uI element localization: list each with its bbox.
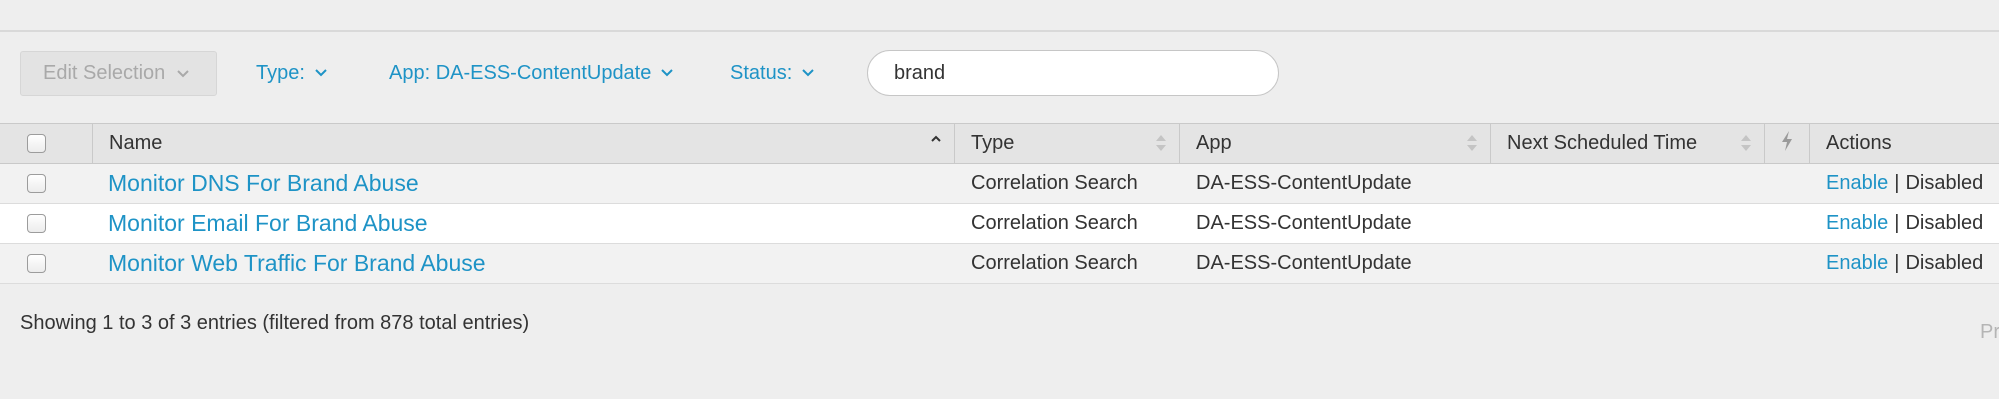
pagination-previous[interactable]: Pr bbox=[1980, 321, 1999, 344]
search-app: DA-ESS-ContentUpdate bbox=[1196, 252, 1412, 274]
search-name-link[interactable]: Monitor Email For Brand Abuse bbox=[108, 204, 428, 243]
search-name-link[interactable]: Monitor DNS For Brand Abuse bbox=[108, 164, 419, 203]
chevron-down-icon bbox=[659, 65, 675, 81]
table-row: Monitor Email For Brand Abuse Correlatio… bbox=[0, 204, 1999, 244]
search-input[interactable] bbox=[867, 50, 1279, 96]
row-actions: Enable | Disabled bbox=[1826, 164, 1983, 203]
row-actions: Enable | Disabled bbox=[1826, 244, 1983, 283]
search-app: DA-ESS-ContentUpdate bbox=[1196, 212, 1412, 234]
column-header-name-label: Name bbox=[109, 132, 163, 154]
column-header-next-scheduled-label: Next Scheduled Time bbox=[1507, 132, 1698, 154]
action-separator: | bbox=[1894, 252, 1900, 274]
type-filter-dropdown[interactable]: Type: bbox=[256, 58, 329, 88]
sort-icon bbox=[1740, 133, 1752, 153]
search-type: Correlation Search bbox=[971, 252, 1138, 274]
top-divider bbox=[0, 30, 1999, 32]
column-header-realtime[interactable] bbox=[1765, 124, 1810, 163]
sort-icon bbox=[1466, 133, 1478, 153]
status-disabled: Disabled bbox=[1905, 172, 1984, 194]
search-type: Correlation Search bbox=[971, 172, 1138, 194]
search-app: DA-ESS-ContentUpdate bbox=[1196, 172, 1412, 194]
edit-selection-label: Edit Selection bbox=[43, 62, 166, 84]
chevron-down-icon bbox=[313, 65, 329, 81]
edit-selection-button[interactable]: Edit Selection bbox=[20, 51, 217, 96]
enable-link[interactable]: Enable bbox=[1826, 172, 1888, 195]
table-row: Monitor DNS For Brand Abuse Correlation … bbox=[0, 164, 1999, 204]
column-header-app-label: App bbox=[1196, 132, 1232, 154]
searches-table: Name Type App Next Scheduled Time Action… bbox=[0, 123, 1999, 284]
enable-link[interactable]: Enable bbox=[1826, 212, 1888, 235]
column-header-next-scheduled[interactable]: Next Scheduled Time bbox=[1491, 124, 1765, 163]
table-row: Monitor Web Traffic For Brand Abuse Corr… bbox=[0, 244, 1999, 284]
app-filter-label: App: DA-ESS-ContentUpdate bbox=[389, 61, 652, 84]
column-header-app[interactable]: App bbox=[1180, 124, 1491, 163]
column-header-type[interactable]: Type bbox=[955, 124, 1180, 163]
row-checkbox[interactable] bbox=[27, 254, 46, 273]
column-header-actions-label: Actions bbox=[1826, 132, 1892, 154]
chevron-down-icon bbox=[800, 65, 816, 81]
select-all-checkbox[interactable] bbox=[27, 134, 46, 153]
sort-ascending-icon bbox=[930, 133, 942, 153]
toolbar: Edit Selection Type: App: DA-ESS-Content… bbox=[0, 50, 1999, 100]
status-disabled: Disabled bbox=[1905, 252, 1984, 274]
chevron-down-icon bbox=[175, 66, 191, 82]
action-separator: | bbox=[1894, 172, 1900, 194]
table-header: Name Type App Next Scheduled Time Action… bbox=[0, 123, 1999, 164]
column-header-name[interactable]: Name bbox=[93, 124, 955, 163]
search-type: Correlation Search bbox=[971, 212, 1138, 234]
search-name-link[interactable]: Monitor Web Traffic For Brand Abuse bbox=[108, 244, 486, 283]
action-separator: | bbox=[1894, 212, 1900, 234]
type-filter-label: Type: bbox=[256, 61, 305, 84]
column-header-type-label: Type bbox=[971, 132, 1015, 154]
row-actions: Enable | Disabled bbox=[1826, 204, 1983, 243]
app-filter-dropdown[interactable]: App: DA-ESS-ContentUpdate bbox=[389, 58, 675, 88]
row-checkbox[interactable] bbox=[27, 214, 46, 233]
select-all-header bbox=[0, 124, 93, 163]
sort-icon bbox=[1155, 133, 1167, 153]
entries-info: Showing 1 to 3 of 3 entries (filtered fr… bbox=[20, 312, 530, 334]
status-disabled: Disabled bbox=[1905, 212, 1984, 234]
row-checkbox[interactable] bbox=[27, 174, 46, 193]
status-filter-dropdown[interactable]: Status: bbox=[730, 58, 816, 88]
enable-link[interactable]: Enable bbox=[1826, 252, 1888, 275]
column-header-actions: Actions bbox=[1810, 124, 1999, 163]
lightning-bolt-icon bbox=[1780, 130, 1794, 158]
status-filter-label: Status: bbox=[730, 61, 793, 84]
